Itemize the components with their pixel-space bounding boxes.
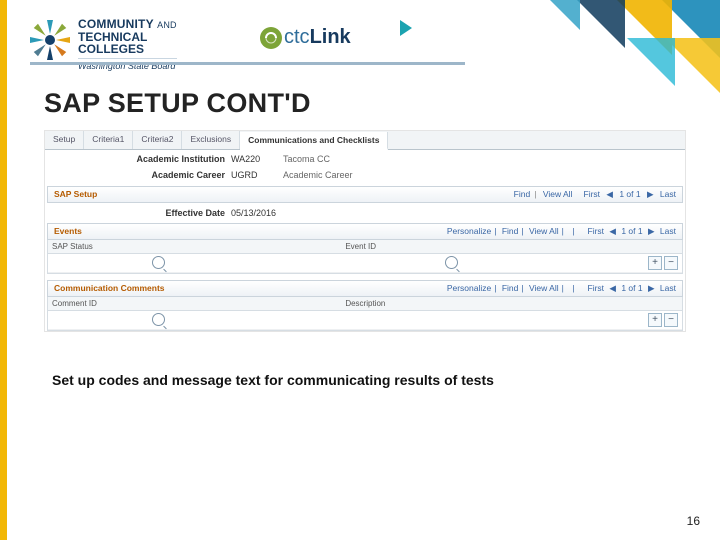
chevron-left-icon[interactable]: ◀ — [606, 189, 613, 199]
link-view-all[interactable]: View All — [529, 226, 559, 236]
ctclink-logo: ctcLink — [260, 26, 351, 49]
sbctc-logo-icon — [28, 18, 72, 62]
value-career-code: UGRD — [231, 170, 283, 180]
add-row-button[interactable]: + — [648, 313, 662, 327]
brand-word: COMMUNITY — [78, 17, 154, 31]
nav-pager: 1 of 1 — [619, 189, 640, 199]
nav-first[interactable]: First — [588, 226, 605, 236]
tab-exclusions[interactable]: Exclusions — [182, 131, 240, 149]
delete-row-button[interactable]: − — [664, 313, 678, 327]
tab-setup[interactable]: Setup — [45, 131, 84, 149]
ctclink-ctc: ctc — [284, 26, 310, 48]
chevron-left-icon[interactable]: ◀ — [609, 283, 616, 293]
column-description: Description — [341, 297, 585, 310]
column-event-id: Event ID — [341, 240, 585, 253]
label-academic-institution: Academic Institution — [115, 154, 231, 164]
link-find[interactable]: Find — [514, 189, 531, 199]
table-row: +− — [48, 254, 682, 273]
delete-row-button[interactable]: − — [664, 256, 678, 270]
sap-panel: Setup Criteria1 Criteria2 Exclusions Com… — [44, 130, 686, 332]
link-view-all[interactable]: View All — [543, 189, 573, 199]
section-events: Events Personalize| Find| View All| | Fi… — [47, 223, 683, 240]
ctclink-link: Link — [310, 26, 351, 48]
nav-first[interactable]: First — [588, 283, 605, 293]
tab-criteria2[interactable]: Criteria2 — [133, 131, 182, 149]
section-sap-setup: SAP Setup Find| View All First ◀ 1 of 1 … — [47, 186, 683, 203]
nav-last[interactable]: Last — [660, 226, 676, 236]
ctclink-circle-icon — [260, 27, 282, 49]
nav-last[interactable]: Last — [660, 189, 676, 199]
brand-word: COLLEGES — [78, 43, 177, 55]
section-title: Communication Comments — [54, 283, 165, 294]
link-personalize[interactable]: Personalize — [447, 283, 491, 293]
table-row: +− — [48, 311, 682, 330]
label-academic-career: Academic Career — [115, 170, 231, 180]
link-find[interactable]: Find — [502, 226, 519, 236]
column-comment-id: Comment ID — [48, 297, 341, 310]
section-communication-comments: Communication Comments Personalize| Find… — [47, 280, 683, 297]
chevron-left-icon[interactable]: ◀ — [609, 226, 616, 236]
value-career-desc: Academic Career — [283, 170, 353, 180]
header-rule — [30, 62, 465, 65]
label-effective-date: Effective Date — [115, 208, 231, 218]
link-personalize[interactable]: Personalize — [447, 226, 491, 236]
add-row-button[interactable]: + — [648, 256, 662, 270]
nav-first[interactable]: First — [584, 189, 601, 199]
value-effective-date: 05/13/2016 — [231, 208, 276, 218]
tab-criteria1[interactable]: Criteria1 — [84, 131, 133, 149]
column-sap-status: SAP Status — [48, 240, 341, 253]
link-find[interactable]: Find — [502, 283, 519, 293]
slide-caption: Set up codes and message text for commun… — [52, 372, 494, 388]
link-view-all[interactable]: View All — [529, 283, 559, 293]
value-institution-desc: Tacoma CC — [283, 154, 330, 164]
brand-and: AND — [157, 20, 177, 30]
section-title: Events — [54, 226, 82, 237]
nav-last[interactable]: Last — [660, 283, 676, 293]
lookup-icon[interactable] — [445, 256, 458, 269]
nav-pager: 1 of 1 — [621, 283, 642, 293]
chevron-right-icon[interactable]: ▶ — [648, 283, 655, 293]
tab-strip: Setup Criteria1 Criteria2 Exclusions Com… — [45, 131, 685, 150]
page-title: SAP SETUP CONT'D — [44, 88, 311, 119]
lookup-icon[interactable] — [152, 313, 165, 326]
section-title: SAP Setup — [54, 189, 97, 200]
chevron-right-icon[interactable]: ▶ — [648, 226, 655, 236]
chevron-right-icon[interactable]: ▶ — [647, 189, 654, 199]
play-arrow-icon — [400, 20, 412, 36]
lookup-icon[interactable] — [152, 256, 165, 269]
value-institution-code: WA220 — [231, 154, 283, 164]
nav-pager: 1 of 1 — [621, 226, 642, 236]
tab-communications-checklists[interactable]: Communications and Checklists — [240, 132, 388, 150]
left-accent-bar — [0, 0, 7, 540]
page-number: 16 — [687, 514, 700, 528]
